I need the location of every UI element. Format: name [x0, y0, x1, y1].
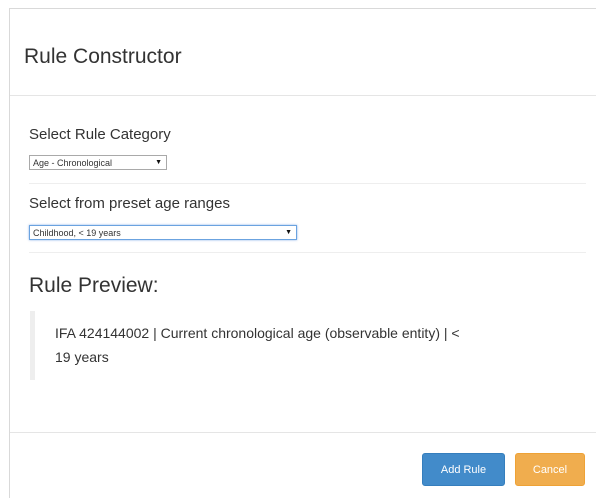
rule-preview-text: IFA 424144002 | Current chronological ag… — [30, 311, 578, 380]
rule-preview-line: 19 years — [55, 349, 109, 365]
age-range-selected-value: Childhood, < 19 years — [33, 228, 121, 238]
caret-down-icon: ▼ — [155, 159, 162, 166]
add-rule-button[interactable]: Add Rule — [422, 453, 505, 486]
age-range-select[interactable]: Childhood, < 19 years ▼ — [29, 225, 297, 240]
modal-footer: Add Rule Cancel — [10, 432, 596, 499]
modal-title: Rule Constructor — [24, 45, 182, 68]
divider — [29, 252, 586, 253]
rule-preview-line: IFA 424144002 | Current chronological ag… — [55, 325, 460, 341]
rule-category-select[interactable]: Age - Chronological ▼ — [29, 155, 167, 170]
age-range-label: Select from preset age ranges — [29, 195, 230, 212]
modal-header: Rule Constructor — [10, 9, 596, 96]
divider — [29, 183, 586, 184]
rule-category-selected-value: Age - Chronological — [33, 158, 113, 168]
rule-constructor-dialog: Rule Constructor Select Rule Category Ag… — [9, 8, 596, 498]
rule-preview-heading: Rule Preview: — [29, 274, 159, 297]
caret-down-icon: ▼ — [285, 229, 292, 236]
rule-category-label: Select Rule Category — [29, 126, 171, 143]
cancel-button[interactable]: Cancel — [515, 453, 585, 486]
